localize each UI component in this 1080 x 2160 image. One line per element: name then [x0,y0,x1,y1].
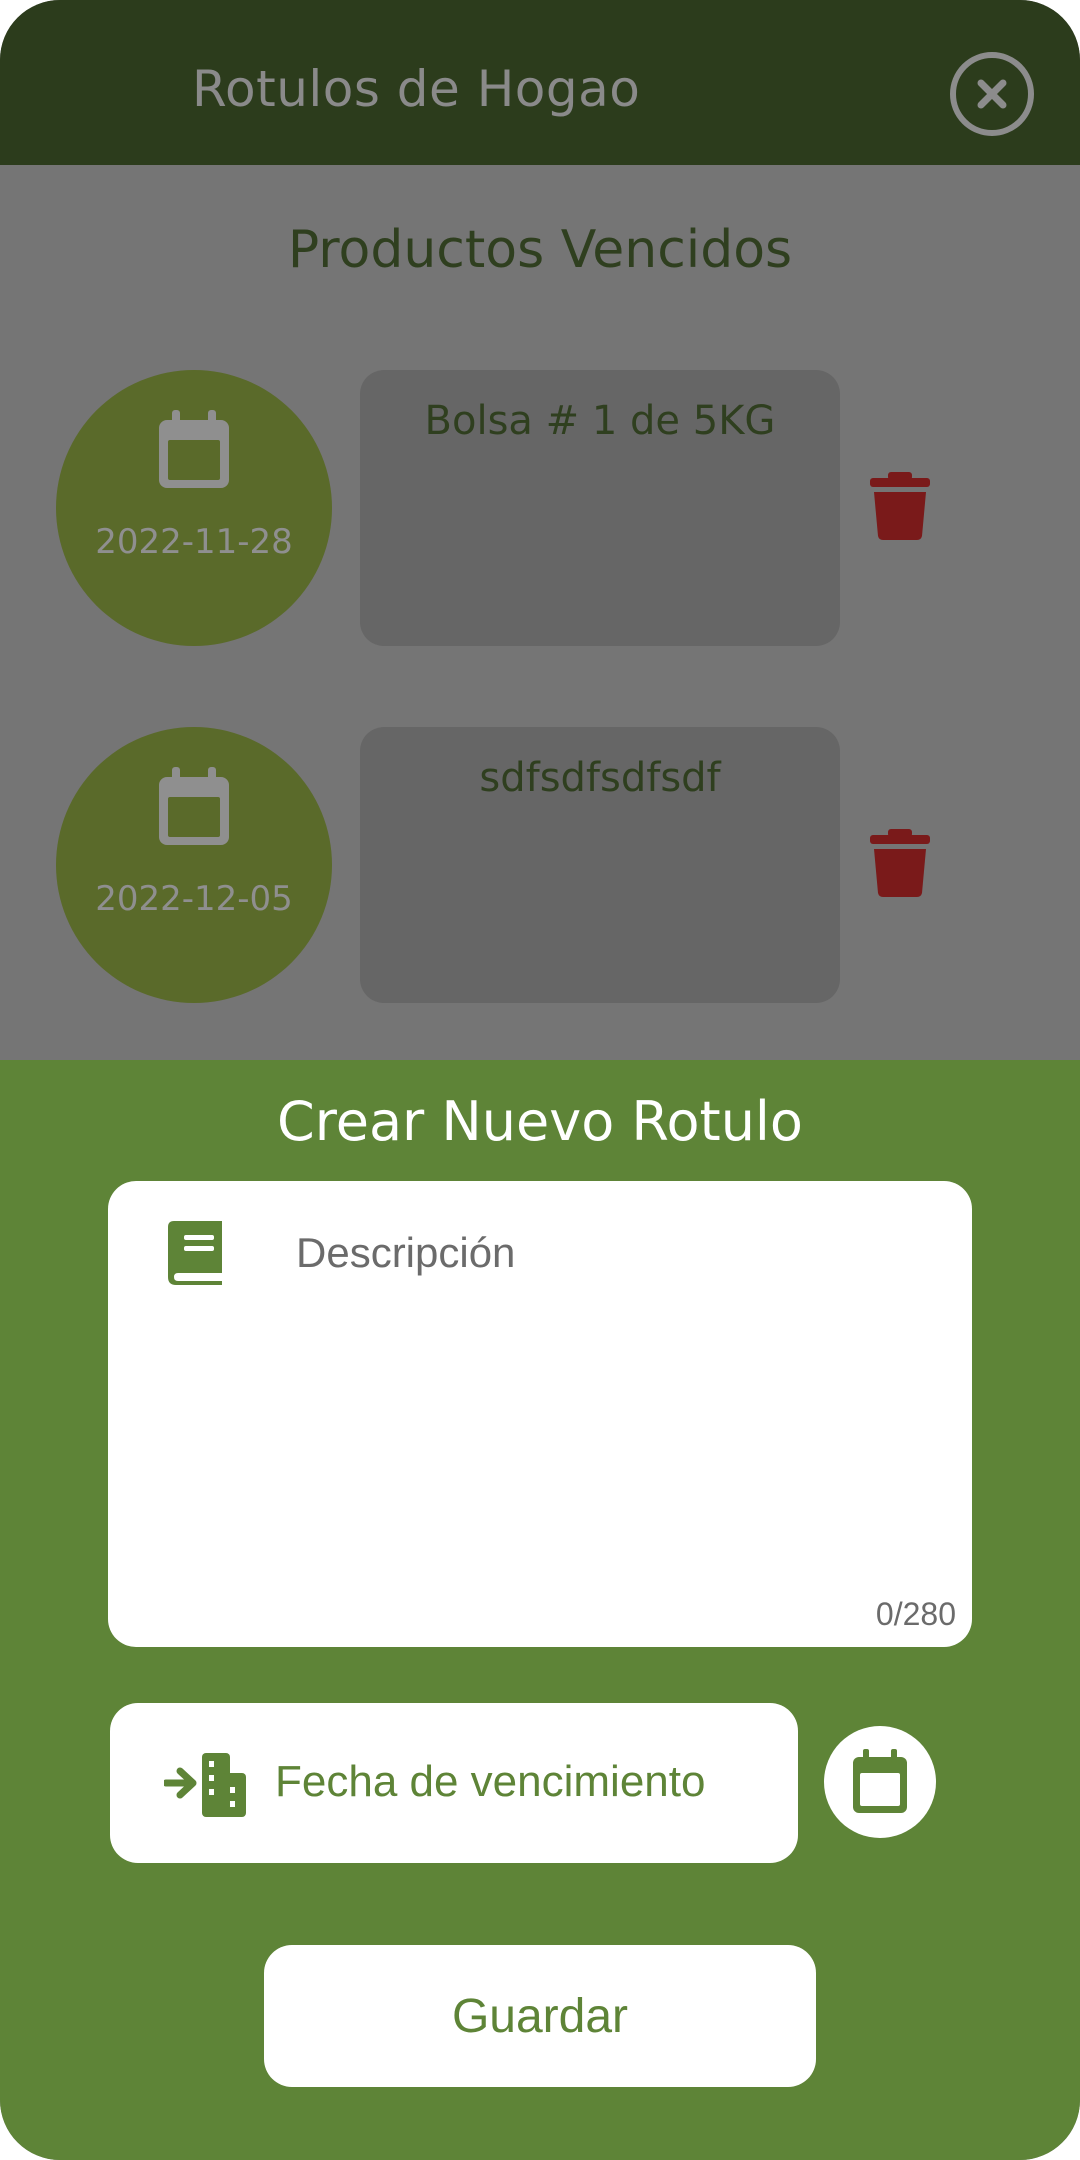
trash-icon[interactable] [868,827,932,899]
trash-icon[interactable] [868,470,932,542]
book-icon [168,1221,222,1285]
expiry-date: 2022-11-28 [95,522,293,562]
create-panel-title: Crear Nuevo Rotulo [277,1090,803,1153]
description-textarea[interactable]: Descripción 0/280 [108,1181,972,1647]
date-picker-button[interactable] [824,1726,936,1838]
enter-building-icon [164,1753,246,1817]
product-description: Bolsa # 1 de 5KG [424,398,776,444]
product-row: 2022-11-28 Bolsa # 1 de 5KG [0,370,1080,646]
date-badge: 2022-11-28 [56,370,332,646]
create-label-panel: Crear Nuevo Rotulo Descripción 0/280 Fec… [0,1060,1080,2160]
character-counter: 0/280 [875,1596,956,1632]
expiry-date: 2022-12-05 [95,879,293,919]
calendar-icon [159,767,229,845]
close-icon [977,79,1007,109]
expired-section-title: Productos Vencidos [287,220,793,280]
app-screen: Rotulos de Hogao Productos Vencidos 2022… [0,0,1080,2160]
expiry-date-label: Fecha de vencimiento [275,1757,706,1806]
date-badge: 2022-12-05 [56,727,332,1003]
product-description-card[interactable]: Bolsa # 1 de 5KG [360,370,840,646]
description-placeholder: Descripción [296,1229,516,1276]
header-title: Rotulos de Hogao [192,60,641,118]
calendar-icon [853,1749,907,1813]
expiry-date-field[interactable]: Fecha de vencimiento [110,1703,798,1863]
app-header: Rotulos de Hogao [0,0,1080,165]
save-button[interactable]: Guardar [264,1945,816,2087]
product-description: sdfsdfsdfsdf [479,755,721,801]
product-description-card[interactable]: sdfsdfsdfsdf [360,727,840,1003]
product-row: 2022-12-05 sdfsdfsdfsdf [0,727,1080,1003]
close-button[interactable] [950,52,1034,136]
calendar-icon [159,410,229,488]
